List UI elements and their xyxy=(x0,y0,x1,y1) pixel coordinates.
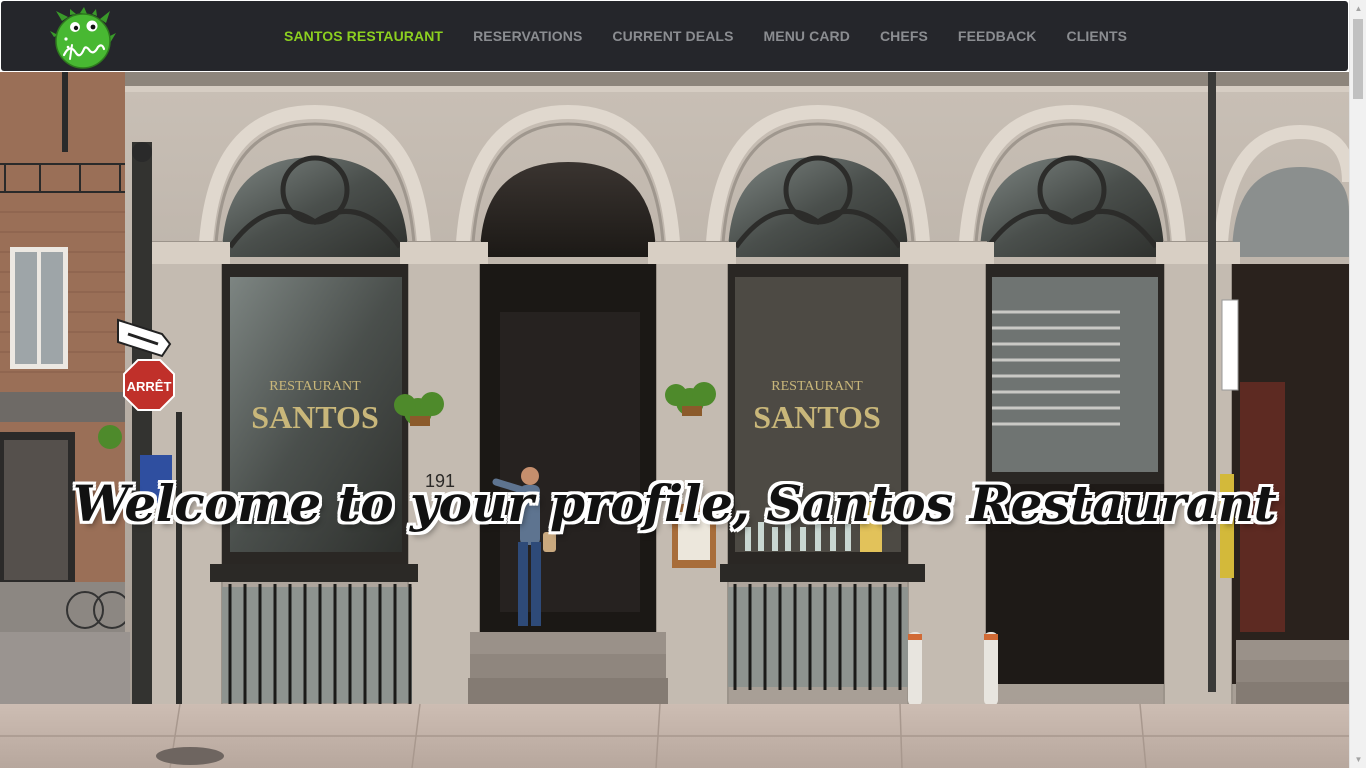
scroll-up-arrow-icon[interactable]: ▲ xyxy=(1350,0,1366,17)
nav-link-chefs[interactable]: CHEFS xyxy=(865,28,943,44)
nav-link-menu-card[interactable]: MENU CARD xyxy=(749,28,865,44)
photo-sign-santos-2: SANTOS xyxy=(753,399,880,435)
nav-link-current-deals[interactable]: CURRENT DEALS xyxy=(597,28,748,44)
nav-link-santos-restaurant[interactable]: SANTOS RESTAURANT xyxy=(269,28,458,44)
nav-link-reservations[interactable]: RESERVATIONS xyxy=(458,28,597,44)
logo-icon[interactable] xyxy=(50,7,116,69)
nav-link-feedback[interactable]: FEEDBACK xyxy=(943,28,1052,44)
photo-sign-restaurant-2: RESTAURANT xyxy=(771,379,863,394)
restaurant-facade-photo: RESTAURANT SANTOS RESTAURANT SANTOS 191 xyxy=(0,72,1349,768)
nav-link-clients[interactable]: CLIENTS xyxy=(1052,28,1143,44)
hero-banner: RESTAURANT SANTOS RESTAURANT SANTOS 191 xyxy=(0,72,1349,768)
nav-menu: SANTOS RESTAURANT RESERVATIONS CURRENT D… xyxy=(269,1,1142,71)
top-navbar: SANTOS RESTAURANT RESERVATIONS CURRENT D… xyxy=(1,1,1348,71)
photo-sign-santos: SANTOS xyxy=(251,399,378,435)
vertical-scrollbar[interactable]: ▲ ▼ xyxy=(1349,0,1366,768)
page: SANTOS RESTAURANT RESERVATIONS CURRENT D… xyxy=(0,0,1349,768)
scrollbar-thumb[interactable] xyxy=(1353,19,1363,99)
welcome-heading: Welcome to your profile, Santos Restaura… xyxy=(72,474,1277,533)
scroll-down-arrow-icon[interactable]: ▼ xyxy=(1350,751,1366,768)
photo-stop-sign: ARRÊT xyxy=(127,379,172,394)
photo-sign-restaurant: RESTAURANT xyxy=(269,379,361,394)
